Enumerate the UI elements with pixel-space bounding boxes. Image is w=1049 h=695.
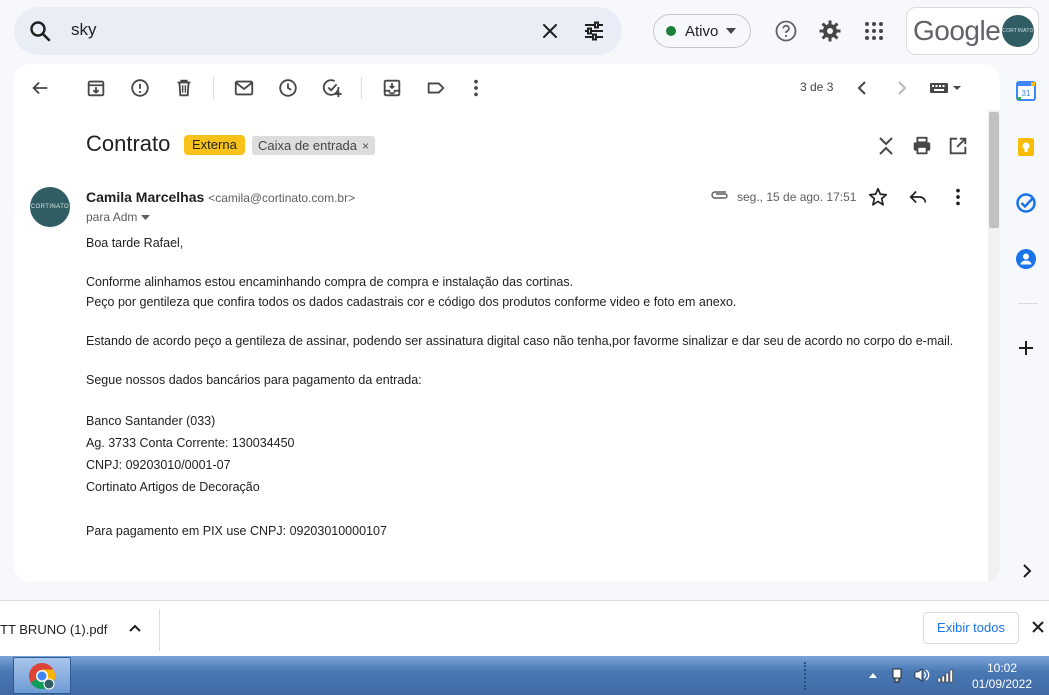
star-icon[interactable]: [867, 186, 889, 208]
chevron-down-icon: [726, 28, 736, 34]
search-bar[interactable]: sky: [14, 7, 622, 55]
chrome-taskbar-button[interactable]: [13, 657, 71, 694]
google-logo: Google: [913, 15, 1001, 46]
keyboard-input-icon[interactable]: [928, 77, 966, 99]
gear-icon[interactable]: [818, 19, 842, 43]
label-icon[interactable]: [425, 77, 447, 99]
label-inbox: Caixa de entrada ×: [252, 136, 376, 155]
email-body: Boa tarde Rafael, Conforme alinhamos est…: [86, 234, 976, 542]
usb-device-icon[interactable]: [889, 667, 905, 683]
toolbar-divider: [213, 77, 214, 99]
chevron-up-icon[interactable]: [128, 621, 142, 635]
open-new-window-icon[interactable]: [947, 135, 969, 157]
bank-line: Banco Santander (033): [86, 413, 216, 428]
chrome-icon: [28, 662, 56, 690]
avatar[interactable]: CORTINATO: [1002, 15, 1034, 47]
close-icon[interactable]: [1031, 620, 1045, 634]
status-label: Ativo: [685, 23, 719, 40]
remove-label-icon[interactable]: ×: [362, 139, 369, 153]
bank-details: Banco Santander (033) Ag. 3733 Conta Cor…: [86, 410, 976, 542]
search-icon[interactable]: [28, 19, 52, 43]
email-subject: Contrato: [86, 131, 171, 156]
contacts-icon[interactable]: [1015, 248, 1037, 270]
clear-search-icon[interactable]: [538, 19, 562, 43]
status-dot: [666, 26, 676, 36]
download-file-name[interactable]: TT BRUNO (1).pdf: [0, 622, 107, 637]
archive-icon[interactable]: [85, 77, 107, 99]
tasks-icon[interactable]: [1015, 192, 1037, 214]
collapse-all-icon[interactable]: [876, 135, 896, 157]
sender-line: Camila Marcelhas <camila@cortinato.com.b…: [86, 189, 355, 205]
svg-text:31: 31: [1022, 89, 1031, 98]
show-all-downloads-button[interactable]: Exibir todos: [923, 612, 1019, 644]
reply-icon[interactable]: [907, 186, 929, 208]
message-more-icon[interactable]: [947, 186, 969, 208]
pix-line: Para pagamento em PIX use CNPJ: 09203010…: [86, 523, 387, 538]
sender-avatar[interactable]: CORTINATO: [30, 187, 70, 227]
mark-unread-icon[interactable]: [233, 77, 255, 99]
bank-line: Ag. 3733 Conta Corrente: 130034450: [86, 435, 295, 450]
calendar-icon[interactable]: 31: [1015, 80, 1037, 102]
add-addon-icon[interactable]: [1015, 337, 1037, 359]
clock-date: 01/09/2022: [971, 677, 1033, 691]
taskbar: 10:02 01/09/2022: [0, 656, 1049, 695]
recipient-text: para Adm: [86, 210, 138, 224]
delete-icon[interactable]: [173, 77, 195, 99]
body-paragraph: Peço por gentileza que confira todos os …: [86, 294, 737, 309]
report-spam-icon[interactable]: [129, 77, 151, 99]
email-view: 3 de 3 Contrato Externa Caixa de entrada…: [14, 64, 1000, 582]
body-paragraph: Conforme alinhamos estou encaminhando co…: [86, 275, 574, 289]
download-divider: [159, 609, 160, 651]
label-external: Externa: [184, 135, 245, 155]
label-inbox-text: Caixa de entrada: [258, 138, 358, 153]
download-bar: TT BRUNO (1).pdf Exibir todos: [0, 600, 1049, 657]
pager-count: 3 de 3: [800, 80, 834, 94]
system-clock[interactable]: 10:02 01/09/2022: [962, 660, 1042, 692]
back-arrow-icon[interactable]: [29, 77, 51, 99]
taskbar-grip[interactable]: [804, 662, 812, 690]
sender-email: <camila@cortinato.com.br>: [208, 191, 356, 205]
keep-icon[interactable]: [1015, 136, 1037, 158]
bank-line: Cortinato Artigos de Decoração: [86, 479, 260, 494]
tray-expand-icon[interactable]: [868, 671, 878, 679]
status-selector[interactable]: Ativo: [653, 14, 751, 48]
search-options-icon[interactable]: [582, 19, 606, 43]
sender-name[interactable]: Camila Marcelhas: [86, 189, 204, 205]
print-icon[interactable]: [911, 135, 933, 157]
email-date: seg., 15 de ago. 17:51: [737, 190, 857, 204]
move-to-icon[interactable]: [381, 77, 403, 99]
apps-grid-icon[interactable]: [862, 19, 886, 43]
scrollbar-thumb[interactable]: [989, 112, 999, 228]
attachment-icon: [710, 188, 730, 202]
help-icon[interactable]: [774, 19, 798, 43]
body-paragraph: Estando de acordo peço a gentileza de as…: [86, 333, 954, 348]
recipient-line[interactable]: para Adm: [86, 210, 151, 224]
chevron-down-icon: [141, 214, 151, 221]
search-input[interactable]: sky: [71, 20, 97, 40]
add-task-icon[interactable]: [321, 77, 343, 99]
account-switcher[interactable]: Google CORTINATO: [906, 7, 1039, 55]
older-chevron-icon[interactable]: [892, 77, 912, 99]
snooze-icon[interactable]: [277, 77, 299, 99]
bank-line: CNPJ: 09203010/0001-07: [86, 457, 231, 472]
body-paragraph: Segue nossos dados bancários para pagame…: [86, 372, 422, 387]
expand-panel-chevron-icon[interactable]: [1018, 562, 1036, 580]
toolbar-divider: [361, 77, 362, 99]
network-signal-icon[interactable]: [937, 667, 955, 683]
body-greeting: Boa tarde Rafael,: [86, 236, 184, 250]
clock-time: 10:02: [986, 661, 1018, 675]
newer-chevron-icon[interactable]: [852, 77, 872, 99]
side-panel-divider: [1018, 303, 1038, 304]
more-options-icon[interactable]: [465, 77, 487, 99]
volume-icon[interactable]: [913, 667, 931, 683]
